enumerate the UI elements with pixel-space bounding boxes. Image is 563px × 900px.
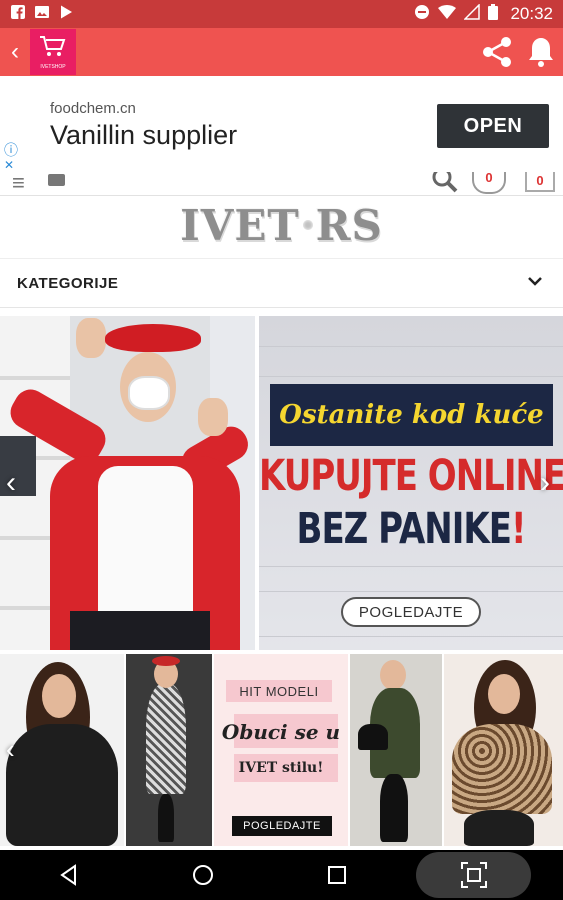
back-triangle-icon[interactable]: [52, 850, 86, 900]
product-strip[interactable]: HIT MODELI Obuci se u IVET stilu! POGLED…: [0, 654, 563, 846]
slider-next-button[interactable]: ›: [540, 466, 550, 500]
status-right-icons: 20:32: [414, 2, 553, 25]
shopping-cart-icon: [38, 34, 68, 62]
menu-icon[interactable]: ≡: [12, 172, 25, 195]
status-bar: 20:32: [0, 0, 563, 28]
promo-view-button[interactable]: POGLEDAJTE: [232, 816, 332, 836]
battery-icon: [488, 3, 499, 25]
cart-button[interactable]: 0: [525, 172, 555, 192]
logo-caption: IVETSHOP: [40, 64, 66, 70]
product-tile[interactable]: [126, 654, 212, 846]
ad-title[interactable]: Vanillin supplier: [50, 120, 237, 151]
site-logo[interactable]: IVET RS: [0, 196, 563, 254]
recents-square-icon[interactable]: [320, 850, 354, 900]
ad-banner[interactable]: foodchem.cn Vanillin supplier OPEN ⓘ ✕: [0, 76, 563, 172]
screenshot-icon[interactable]: [416, 852, 531, 898]
app-logo[interactable]: IVETSHOP: [30, 29, 76, 75]
home-circle-icon[interactable]: [186, 850, 220, 900]
share-icon[interactable]: [475, 28, 519, 76]
chevron-down-icon: [527, 274, 543, 292]
status-left-icons: [10, 4, 74, 25]
promo-tile[interactable]: HIT MODELI Obuci se u IVET stilu! POGLED…: [214, 654, 348, 846]
hero-photo[interactable]: [0, 316, 255, 650]
wishlist-button[interactable]: 0: [472, 172, 506, 194]
categories-label: KATEGORIJE: [17, 274, 119, 292]
search-icon[interactable]: [430, 172, 460, 195]
hero-promo[interactable]: Ostanite kod kuće KUPUJTE ONLINE BEZ PAN…: [259, 316, 563, 650]
hit-models-label: HIT MODELI: [226, 680, 332, 702]
image-icon: [34, 4, 50, 25]
do-not-disturb-icon: [414, 4, 430, 25]
slider-prev-button[interactable]: ‹: [6, 466, 16, 500]
system-nav-bar: [0, 850, 563, 900]
app-bar: ‹ IVETSHOP: [0, 28, 563, 76]
promo-line-1: Obuci se u: [221, 720, 341, 744]
strip-prev-button[interactable]: ‹: [6, 734, 15, 765]
brand-left: IVET: [180, 200, 300, 250]
ad-info-icon[interactable]: ⓘ: [4, 140, 18, 160]
promo-line-2: IVET stilu!: [238, 760, 324, 776]
brand-right: RS: [315, 200, 383, 250]
back-button[interactable]: ‹: [2, 38, 28, 66]
product-tile[interactable]: [444, 654, 563, 846]
wishlist-count: 0: [485, 172, 493, 185]
ad-open-button[interactable]: OPEN: [437, 104, 549, 148]
user-icon[interactable]: [48, 174, 65, 186]
hero-tagline: Ostanite kod kuće: [279, 400, 544, 430]
hero-view-button[interactable]: POGLEDAJTE: [341, 597, 481, 627]
hero-tagline-banner: Ostanite kod kuće: [270, 384, 553, 446]
ad-close-icon[interactable]: ✕: [4, 158, 14, 172]
clock: 20:32: [510, 4, 553, 23]
product-tile[interactable]: [0, 654, 124, 846]
categories-dropdown[interactable]: KATEGORIJE: [0, 258, 563, 308]
hero-headline-1: KUPUJTE ONLINE: [259, 451, 563, 501]
product-tile[interactable]: [350, 654, 442, 846]
play-store-icon: [58, 4, 74, 25]
notification-bell-icon[interactable]: [519, 28, 563, 76]
facebook-icon: [10, 4, 26, 25]
cart-count: 0: [536, 172, 544, 188]
diamond-icon: [302, 220, 313, 230]
hero-headline-2-text: BEZ PANIKE: [296, 504, 512, 554]
hero-headline-2: BEZ PANIKE!: [259, 504, 563, 554]
hero-headline-mark: !: [510, 504, 526, 554]
wifi-icon: [438, 4, 457, 25]
hero-slider[interactable]: Ostanite kod kuće KUPUJTE ONLINE BEZ PAN…: [0, 316, 563, 650]
signal-icon: [463, 2, 481, 25]
ad-domain: foodchem.cn: [50, 100, 136, 117]
site-toolbar: ≡ 0 0: [0, 172, 563, 196]
